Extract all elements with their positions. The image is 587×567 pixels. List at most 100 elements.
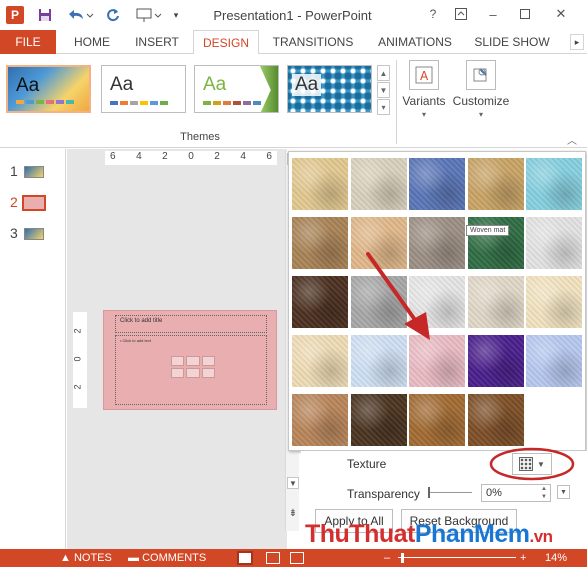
customize-label: Customize <box>452 94 510 108</box>
texture-papyrus[interactable] <box>292 158 348 210</box>
ribbon-design: Aa Aa Aa Aa ▲ ▼ ▾ Themes A Variants ▾ Cu… <box>0 54 587 148</box>
content-placeholder[interactable]: • Click to add text <box>115 335 267 405</box>
powerpoint-icon[interactable]: P <box>6 6 24 24</box>
tab-transitions[interactable]: TRANSITIONS <box>266 30 360 54</box>
transparency-slider[interactable] <box>428 492 472 496</box>
title-placeholder[interactable]: Click to add title <box>115 315 267 333</box>
zoom-slider-thumb[interactable] <box>400 553 404 563</box>
texture-cork[interactable] <box>292 394 348 446</box>
ribbon-display-icon[interactable] <box>448 4 474 24</box>
theme-swatches <box>110 101 168 105</box>
picture-icon[interactable] <box>171 368 185 378</box>
slide-sorter-icon[interactable] <box>266 552 280 564</box>
chart-icon[interactable] <box>186 356 200 366</box>
undo-button[interactable] <box>64 6 96 24</box>
table-icon[interactable] <box>171 356 185 366</box>
transparency-spinner-icon[interactable]: ▲ ▼ <box>538 485 550 501</box>
color-swatch <box>223 101 231 105</box>
slide-canvas[interactable]: Click to add title • Click to add text <box>103 310 277 410</box>
slide-thumbnail-3[interactable]: 3 <box>0 223 66 243</box>
slide-thumbnail-image <box>22 195 46 211</box>
tab-animations[interactable]: ANIMATIONS <box>368 30 462 54</box>
transparency-slider-thumb[interactable] <box>428 487 430 498</box>
texture-tooltip: Woven mat <box>466 225 510 236</box>
scroll-down-icon[interactable]: ▼ <box>287 477 299 489</box>
gallery-down-icon[interactable]: ▼ <box>377 82 390 98</box>
collapse-ribbon-icon[interactable]: ︿ <box>567 132 577 147</box>
texture-paper-bag[interactable] <box>292 217 348 269</box>
online-picture-icon[interactable] <box>186 368 200 378</box>
reading-view-icon[interactable] <box>290 552 304 564</box>
close-icon[interactable]: ✕ <box>548 4 574 24</box>
texture-medium-wood[interactable] <box>467 394 524 446</box>
theme-blank[interactable]: Aa <box>101 65 186 113</box>
slide-thumbnail-2[interactable]: 2 <box>0 192 66 212</box>
transparency-label: Transparency <box>347 487 420 501</box>
save-button[interactable] <box>36 6 54 24</box>
texture-water-droplets[interactable] <box>526 158 582 210</box>
normal-view-icon[interactable] <box>237 551 253 565</box>
tab-file[interactable]: FILE <box>0 30 56 54</box>
slide-thumbnail-image <box>24 228 44 240</box>
slide-number: 2 <box>10 194 18 210</box>
variants-button[interactable]: A Variants ▾ <box>400 58 448 128</box>
theme-facet[interactable]: Aa <box>194 65 279 113</box>
tab-home[interactable]: HOME <box>64 30 120 54</box>
color-swatch <box>16 100 24 104</box>
comments-button[interactable]: ▬ COMMENTS <box>128 551 206 565</box>
customize-qat-icon[interactable]: ▾ <box>170 6 182 24</box>
theme-swatches <box>16 100 74 104</box>
zoom-out-icon[interactable]: – <box>384 551 390 565</box>
color-swatch <box>233 101 241 105</box>
insert-content-icons <box>171 356 215 378</box>
slide-thumbnail-1[interactable]: 1 <box>0 161 66 181</box>
maximize-icon[interactable] <box>512 4 538 24</box>
texture-stationery[interactable] <box>292 335 348 387</box>
ruler-tick: 6 <box>266 151 272 162</box>
comments-label: COMMENTS <box>142 552 207 564</box>
texture-recycled-paper[interactable] <box>467 276 524 328</box>
notes-button[interactable]: ▲ NOTES <box>60 551 112 565</box>
chevron-down-icon[interactable]: ▼ <box>557 485 570 499</box>
texture-purple-mesh[interactable] <box>467 335 524 387</box>
texture-denim[interactable] <box>409 158 465 210</box>
texture-canvas[interactable] <box>350 158 407 210</box>
theme-pattern[interactable]: Aa <box>287 65 372 113</box>
zoom-level[interactable]: 14% <box>545 551 567 565</box>
texture-oak[interactable] <box>409 394 465 446</box>
texture-bouquet[interactable] <box>526 335 582 387</box>
texture-woven-mat[interactable] <box>467 158 524 210</box>
color-swatch <box>253 101 261 105</box>
svg-text:A: A <box>420 69 429 83</box>
ruler-tick: 6 <box>110 151 116 162</box>
next-page-icon[interactable]: ⇟ <box>287 507 299 519</box>
smartart-icon[interactable] <box>201 356 215 366</box>
gallery-more-icon[interactable]: ▾ <box>377 99 390 115</box>
customize-button[interactable]: Customize ▾ <box>452 58 510 128</box>
status-bar: ▲ NOTES ▬ COMMENTS – + 14% <box>0 549 587 567</box>
texture-parchment[interactable] <box>526 276 582 328</box>
tab-insert[interactable]: INSERT <box>128 30 186 54</box>
help-button[interactable]: ? <box>420 4 446 24</box>
gallery-up-icon[interactable]: ▲ <box>377 65 390 81</box>
zoom-slider[interactable] <box>398 557 516 558</box>
tab-design[interactable]: DESIGN <box>193 30 259 55</box>
texture-walnut[interactable] <box>350 394 407 446</box>
theme-label: Aa <box>203 74 227 95</box>
redo-button[interactable] <box>104 6 122 24</box>
tab-slide-show[interactable]: SLIDE SHOW <box>470 30 554 54</box>
from-beginning-button[interactable] <box>134 6 164 24</box>
annotation-ellipse <box>489 447 575 481</box>
theme-office[interactable]: Aa <box>6 65 91 113</box>
zoom-in-icon[interactable]: + <box>520 551 526 565</box>
video-icon[interactable] <box>201 368 215 378</box>
ruler-tick: 4 <box>136 151 142 162</box>
texture-brown-marble[interactable] <box>292 276 348 328</box>
texture-white-marble[interactable] <box>526 217 582 269</box>
chevron-down-icon: ▾ <box>421 110 426 119</box>
theme-swatches <box>203 101 261 105</box>
variants-icon: A <box>409 60 439 90</box>
minimize-icon[interactable]: – <box>480 4 506 24</box>
content-placeholder-text: • Click to add text <box>120 338 151 343</box>
tabs-scroll-icon[interactable]: ▸ <box>570 34 584 50</box>
